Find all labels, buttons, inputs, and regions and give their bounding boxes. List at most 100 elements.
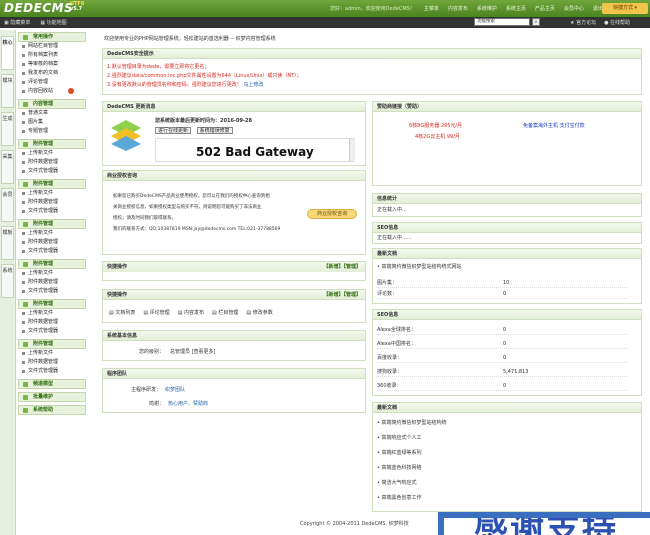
tab-module[interactable]: 模块	[1, 74, 14, 108]
search-icon[interactable]: ⌕	[532, 18, 540, 26]
menu-item[interactable]: 文件式管理器	[18, 367, 86, 376]
nav-content-publish[interactable]: 内容发布	[448, 5, 468, 12]
update-frame-error: 502 Bad Gateway	[155, 138, 355, 162]
latest-doc-item[interactable]: • 高端黑色创意工作	[377, 494, 422, 501]
menu-item[interactable]: 普通文章	[18, 109, 86, 118]
menu-item[interactable]: 附件数据管理	[18, 358, 86, 367]
logo-version: UTF8 v5.7	[70, 1, 85, 12]
latest-doc-item[interactable]: • 高端简约微信织梦型站结构统	[377, 419, 447, 426]
seo-info-box: SEO信息 Alexa全球排名： 0 Alexa中国排名： 0 百度收录： 0 搜狗收…	[372, 309, 642, 396]
latest-doc-item[interactable]: • 高端蓝色科技网络	[377, 464, 422, 471]
menu-channel-model[interactable]: 频道模型	[18, 379, 86, 389]
stats-box: 信息统计 正在载入中...	[372, 193, 642, 217]
tab-generate[interactable]: 生成	[1, 112, 14, 146]
modify-params-link[interactable]: ▤ 修改参数	[246, 309, 272, 316]
menu-group-title[interactable]: 附件管理	[18, 219, 86, 229]
menu-item[interactable]: 所有档案列表	[18, 51, 86, 60]
security-line: 3.没有更改默认的管理员名称和密码，强烈建议您进行更改！ 马上修改	[107, 82, 264, 88]
thanks-label: 鸣谢：	[149, 401, 165, 407]
menu-item[interactable]: 上传新文件	[18, 189, 86, 198]
menu-group-title[interactable]: 常用操作	[18, 32, 86, 42]
tab-template[interactable]: 模板	[1, 226, 14, 260]
menu-system-help[interactable]: 系统帮助	[18, 405, 86, 415]
online-help-link[interactable]: ● 在线帮助	[604, 19, 630, 26]
menu-item[interactable]: 图片集	[18, 118, 86, 127]
latest-doc-item[interactable]: • 简洁大气响应式	[377, 479, 417, 486]
menu-item[interactable]: 附件数据管理	[18, 238, 86, 247]
menu-item[interactable]: 上传新文件	[18, 349, 86, 358]
user-greeting: 您好：admin，欢迎使用DedeCMS！	[330, 6, 415, 12]
nav-product-home[interactable]: 产品主页	[535, 5, 555, 12]
official-forum-link[interactable]: ★ 官方论坛	[570, 19, 596, 26]
menu-item[interactable]: 我发布的文档	[18, 69, 86, 78]
menu-item[interactable]: 文件式管理器	[18, 247, 86, 256]
thanks-link[interactable]: 热心用户、赞助商	[168, 401, 208, 407]
menu-item[interactable]: 上传新文件	[18, 269, 86, 278]
license-title: 商业授权咨询	[103, 171, 365, 181]
scrollbar[interactable]	[349, 139, 355, 161]
function-map-button[interactable]: ▦ 功能地图	[40, 19, 66, 26]
menu-item[interactable]: 附件数据管理	[18, 278, 86, 287]
nav-member-center[interactable]: 会员中心	[564, 5, 584, 12]
update-box: DedeCMS 更新消息 您系统版本最后更新时间为：2016-09-28 进行在…	[102, 101, 366, 166]
sponsor-ad[interactable]: 6核8G服务器 295元/月	[409, 122, 462, 129]
menu-group-title[interactable]: 附件管理	[18, 179, 86, 189]
menu-item[interactable]: 文件式管理器	[18, 327, 86, 336]
comment-manage-link[interactable]: ▤ 评论管理	[143, 309, 169, 316]
menu-group-title[interactable]: 附件管理	[18, 299, 86, 309]
seo-loading: 正在载入中……	[377, 235, 413, 241]
recycle-icon[interactable]	[68, 88, 74, 94]
menu-item[interactable]: 附件数据管理	[18, 158, 86, 167]
menu-item[interactable]: 文件式管理器	[18, 167, 86, 176]
thanks-overlay: 感谢支持	[444, 518, 650, 535]
level-value[interactable]: 总管理员 [查看更多]	[170, 349, 216, 355]
menu-batch-maintain[interactable]: 批量维护	[18, 392, 86, 402]
menu-item[interactable]: 内容回收站	[18, 87, 86, 96]
menu-item[interactable]: 文件式管理器	[18, 287, 86, 296]
latest-doc-item[interactable]: • 高端红蓝绿等系列	[377, 449, 422, 456]
tab-collect[interactable]: 采集	[1, 150, 14, 184]
menu-item[interactable]: 文件式管理器	[18, 207, 86, 216]
menu-group-title[interactable]: 内容管理	[18, 99, 86, 109]
seo-box: SEO信息 正在载入中……	[372, 222, 642, 244]
function-search-input[interactable]: 功能搜索	[474, 18, 530, 26]
nav-main-menu[interactable]: 主菜单	[424, 5, 439, 12]
menu-item[interactable]: 网站栏目管理	[18, 42, 86, 51]
menu-group-title[interactable]: 附件管理	[18, 339, 86, 349]
menu-group-title[interactable]: 附件管理	[18, 139, 86, 149]
hide-menu-button[interactable]: ▣ 隐藏菜单	[4, 19, 30, 26]
menu-item[interactable]: 上传新文件	[18, 309, 86, 318]
tab-system[interactable]: 系统	[1, 264, 14, 298]
quick-ops-box: 快捷操作 【新增】【管理】	[102, 261, 366, 281]
tab-member[interactable]: 会员	[1, 188, 14, 222]
menu-item[interactable]: 专题管理	[18, 127, 86, 136]
change-now-link[interactable]: 马上修改	[243, 82, 263, 88]
nav-system-maintain[interactable]: 系统维护	[477, 5, 497, 12]
shortcut-dropdown[interactable]: 快捷方式 ▾	[602, 3, 648, 14]
welcome-text: 欢迎使用专业的PHP网站管理系统，轻松建站的首选利器 -- 织梦内容管理系统	[104, 36, 276, 42]
menu-item[interactable]: 等审核的档案	[18, 60, 86, 69]
sponsor-ad[interactable]: 4核2G云主机 99/月	[415, 133, 460, 140]
content-publish-link[interactable]: ▤ 内容发布	[178, 309, 204, 316]
menu-item[interactable]: 上传新文件	[18, 229, 86, 238]
dev-link[interactable]: 织梦团队	[165, 387, 185, 393]
license-consult-button[interactable]: 商业授权咨询	[307, 209, 357, 219]
menu-item[interactable]: 评论管理	[18, 78, 86, 87]
sponsor-ad[interactable]: 免备案海外主机 支付宝付款	[523, 122, 585, 129]
latest-doc-item[interactable]: • 高端响应式个人工	[377, 434, 422, 441]
latest-doc-item[interactable]: • 高端简约微信织梦型站结构统式网站	[377, 263, 462, 270]
menu-item[interactable]: 附件数据管理	[18, 318, 86, 327]
quick-ops-actions[interactable]: 【新增】【管理】	[323, 262, 361, 272]
column-manage-link[interactable]: ▤ 栏目管理	[212, 309, 238, 316]
quick-ops-title: 快捷操作	[107, 264, 128, 270]
error-repair-button[interactable]: 系统错误修复	[196, 127, 233, 134]
menu-item[interactable]: 附件数据管理	[18, 198, 86, 207]
menu-item[interactable]: 上传新文件	[18, 149, 86, 158]
toolbar: ▣ 隐藏菜单 ▦ 功能地图 功能搜索 ⌕ ★ 官方论坛 ● 在线帮助	[0, 17, 650, 28]
doc-list-link[interactable]: ▤ 文档列表	[109, 309, 135, 316]
tab-core[interactable]: 核心	[1, 36, 14, 70]
quick-ops-actions[interactable]: 【新增】【管理】	[323, 290, 361, 300]
nav-site-home[interactable]: 系统主页	[506, 5, 526, 12]
menu-group-title[interactable]: 附件管理	[18, 259, 86, 269]
online-update-button[interactable]: 进行在线更新	[155, 127, 192, 134]
